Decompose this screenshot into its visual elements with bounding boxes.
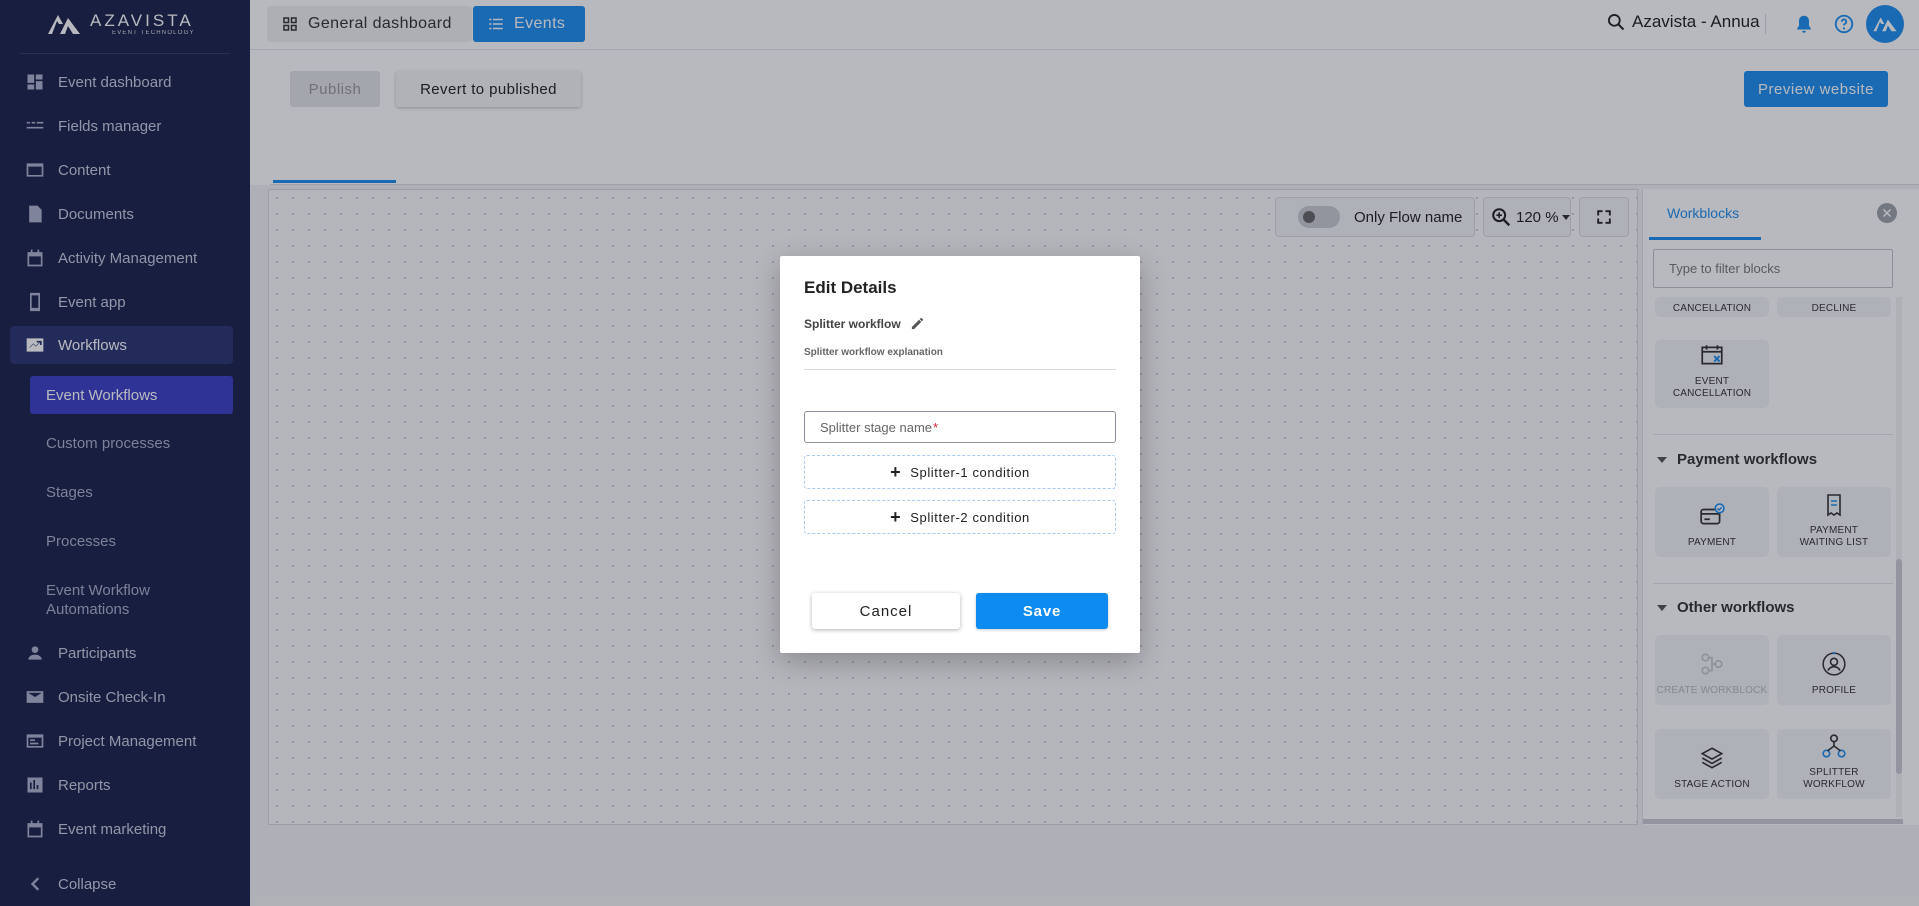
splitter-stage-name-input[interactable]: Splitter stage name * — [804, 411, 1116, 443]
workflow-name: Splitter workflow — [804, 316, 901, 331]
cancel-button[interactable]: Cancel — [812, 593, 960, 629]
condition-label: Splitter-2 condition — [910, 509, 1030, 525]
add-splitter-2-condition-button[interactable]: + Splitter-2 condition — [804, 500, 1116, 534]
add-splitter-1-condition-button[interactable]: + Splitter-1 condition — [804, 455, 1116, 489]
save-button[interactable]: Save — [976, 593, 1108, 629]
condition-label: Splitter-1 condition — [910, 464, 1030, 480]
plus-icon: + — [890, 507, 902, 527]
edit-pencil-icon[interactable] — [910, 316, 925, 331]
plus-icon: + — [890, 462, 902, 482]
workflow-explanation: Splitter workflow explanation — [804, 347, 943, 358]
required-asterisk: * — [933, 419, 939, 435]
edit-details-dialog: Edit Details Splitter workflow Splitter … — [780, 256, 1140, 653]
dialog-title: Edit Details — [804, 278, 897, 297]
dialog-divider — [804, 369, 1116, 370]
input-placeholder: Splitter stage name — [820, 419, 933, 435]
workflow-name-row: Splitter workflow — [804, 316, 925, 331]
